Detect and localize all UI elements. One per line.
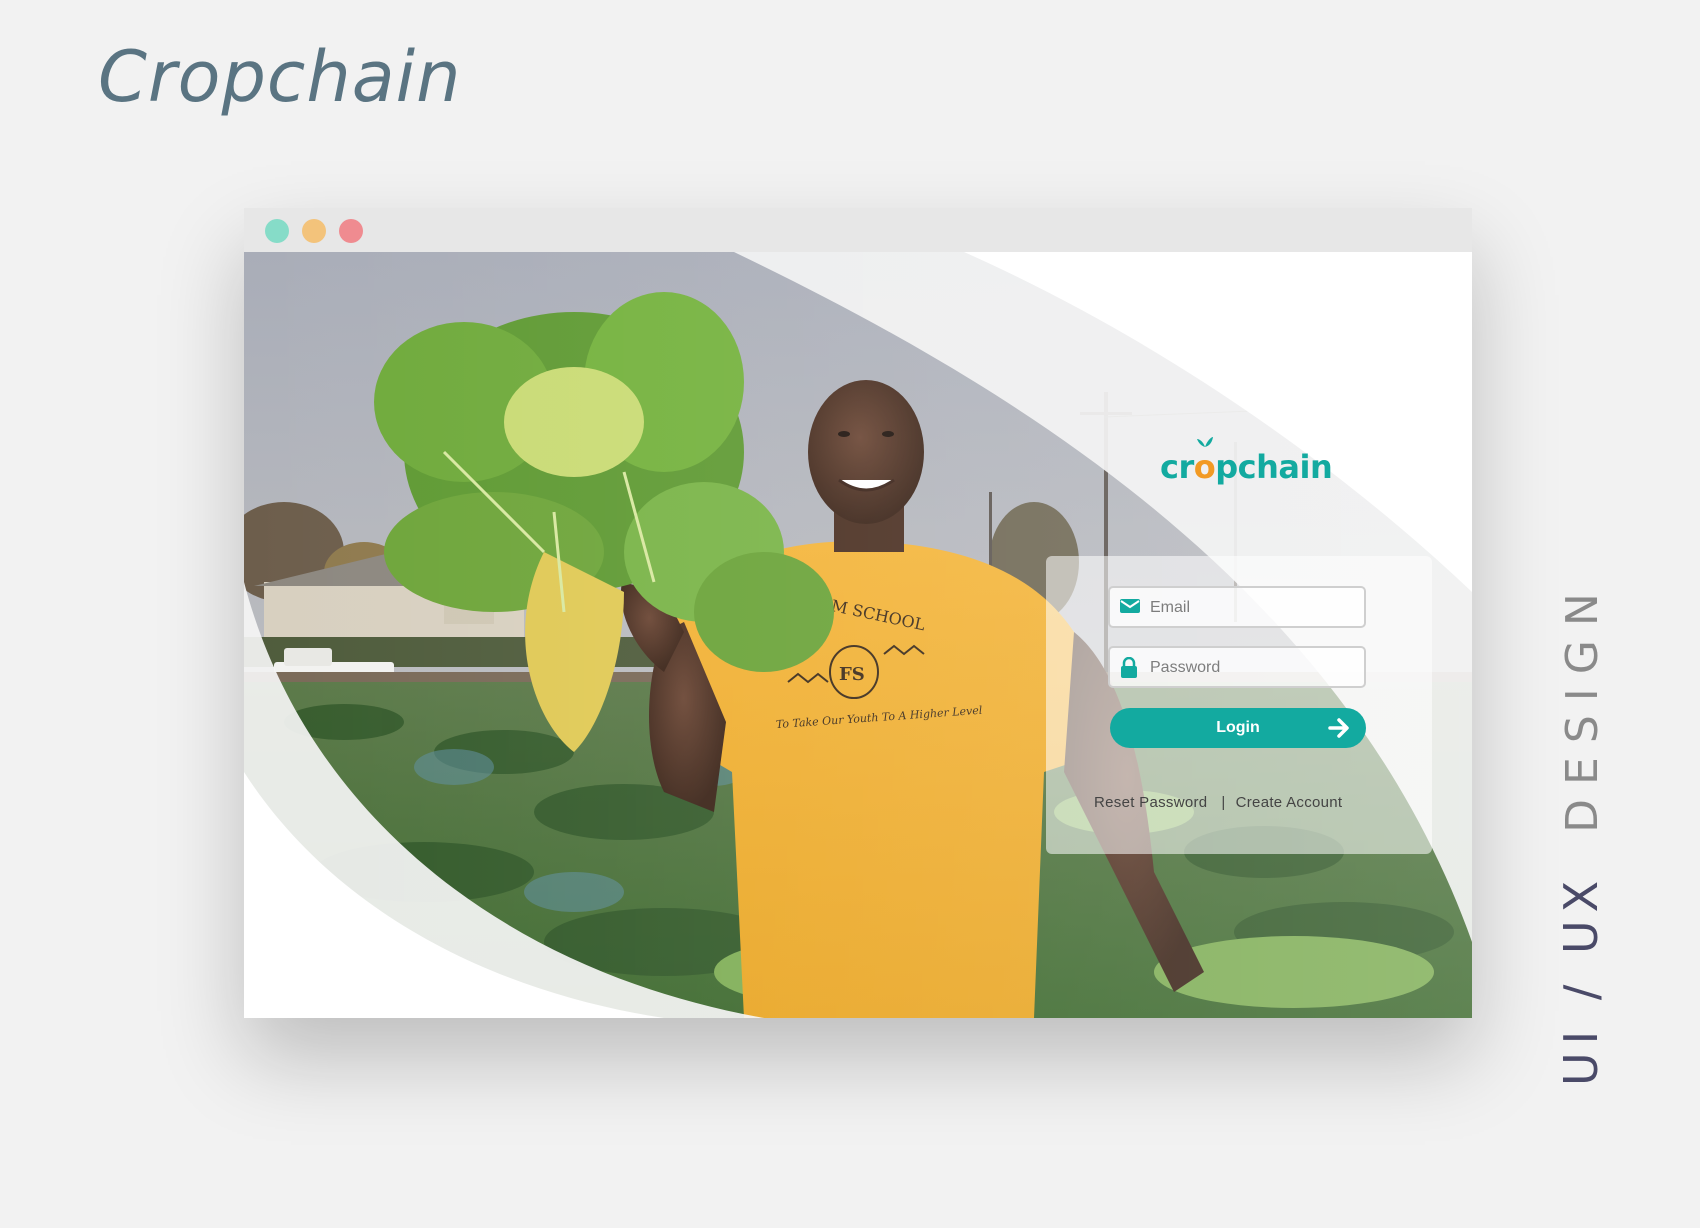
browser-window: OM SCHOOL FS To Take Our Youth To A High… bbox=[244, 208, 1472, 1018]
login-card: Login Reset Password | Create Account bbox=[1046, 556, 1432, 854]
caption-ui-ux: UI / UX bbox=[1554, 872, 1608, 1086]
reset-password-link[interactable]: Reset Password bbox=[1094, 794, 1207, 811]
side-caption: UI / UX DESIGN bbox=[1554, 579, 1608, 1086]
window-minimize-dot[interactable] bbox=[302, 219, 326, 243]
email-field[interactable] bbox=[1108, 586, 1366, 628]
links-separator: | bbox=[1221, 794, 1226, 811]
caption-design: DESIGN bbox=[1557, 579, 1608, 833]
envelope-icon bbox=[1120, 599, 1140, 613]
leaf-icon bbox=[1196, 437, 1213, 447]
create-account-link[interactable]: Create Account bbox=[1236, 794, 1343, 811]
login-page: OM SCHOOL FS To Take Our Youth To A High… bbox=[244, 252, 1472, 1018]
login-button[interactable]: Login bbox=[1110, 708, 1366, 748]
lock-icon bbox=[1121, 657, 1137, 678]
window-maximize-dot[interactable] bbox=[265, 219, 289, 243]
email-input[interactable] bbox=[1148, 588, 1362, 628]
password-input[interactable] bbox=[1148, 648, 1362, 688]
window-close-dot[interactable] bbox=[339, 219, 363, 243]
window-titlebar bbox=[244, 208, 1472, 252]
cropchain-logo: cr opchain bbox=[1160, 437, 1333, 486]
account-links: Reset Password | Create Account bbox=[1094, 794, 1394, 811]
page-title: Cropchain bbox=[98, 36, 462, 118]
arrow-right-icon bbox=[1328, 718, 1349, 738]
password-field[interactable] bbox=[1108, 646, 1366, 688]
